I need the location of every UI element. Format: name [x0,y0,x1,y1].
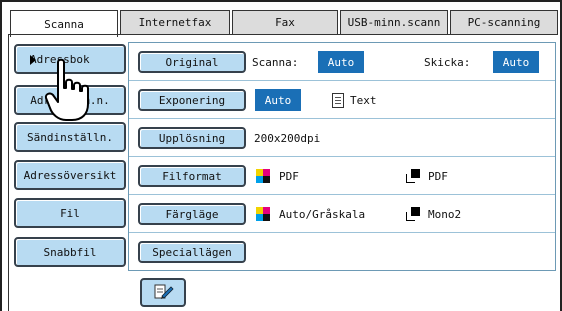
edit-pen-icon [154,284,174,299]
row-divider [129,118,555,119]
address-review-label: Adressöversikt [23,168,117,182]
color-mode-icon [256,169,270,183]
row-divider [129,232,555,233]
send-settings-label: Sändinställn. [26,130,114,144]
color-format-value: PDF [279,170,299,183]
mono-mode-value: Mono2 [428,208,462,221]
original-button[interactable]: Original [138,51,246,73]
frame-top [0,0,562,2]
exposure-value: Auto [255,89,301,111]
tab-fax[interactable]: Fax [232,10,338,34]
tab-internetfax[interactable]: Internetfax [120,10,230,34]
special-modes-button[interactable]: Speciallägen [138,241,246,263]
color-mode-button[interactable]: Färgläge [138,203,246,225]
quick-file-label: Snabbfil [43,245,97,259]
hand-pointer-icon [44,58,89,121]
mono-mode-icon [406,169,420,183]
edit-button[interactable] [140,278,186,307]
triangle-right-icon [30,55,36,65]
tab-underline [8,34,558,35]
send-settings-button[interactable]: Sändinställn. [14,122,126,152]
file-format-button[interactable]: Filformat [138,165,246,187]
resolution-value: 200x200dpi [254,132,321,145]
file-label: Fil [60,206,80,220]
mono-mode-icon [406,207,420,221]
file-button[interactable]: Fil [14,198,126,228]
resolution-button[interactable]: Upplösning [138,127,246,149]
exposure-mode: Text [350,94,377,107]
color-mode-value: Auto/Gråskala [279,208,366,221]
settings-panel [128,42,556,271]
address-review-button[interactable]: Adressöversikt [14,160,126,190]
tab-usb-scan[interactable]: USB-minn.scann [340,10,448,34]
row-divider [129,156,555,157]
quick-file-button[interactable]: Snabbfil [14,237,126,267]
left-divider [8,35,9,311]
tab-pc-scanning[interactable]: PC-scanning [450,10,558,34]
frame-left [0,0,2,311]
send-value: Auto [493,51,539,73]
exposure-button[interactable]: Exponering [138,89,246,111]
mono-format-value: PDF [428,170,448,183]
row-divider [129,80,555,81]
scan-label: Scanna: [252,56,299,69]
color-mode-icon [256,207,270,221]
send-label: Skicka: [424,56,471,69]
tab-scanna[interactable]: Scanna [10,10,118,37]
row-divider [129,194,555,195]
document-icon [332,93,344,108]
scan-value: Auto [318,51,364,73]
